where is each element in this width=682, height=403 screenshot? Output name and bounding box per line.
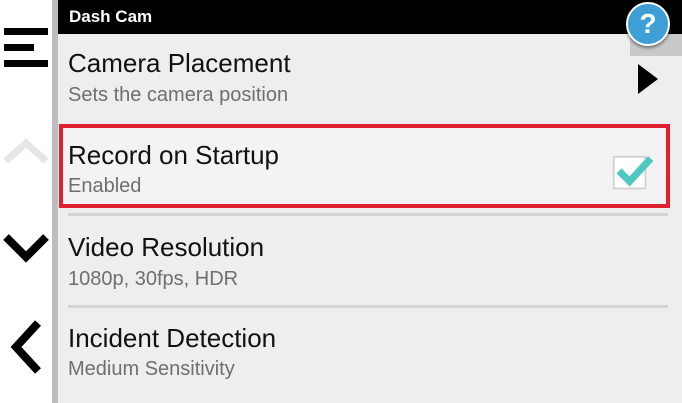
setting-subtitle: 1080p, 30fps, HDR [68,268,239,290]
back-button[interactable] [0,315,52,379]
setting-subtitle: Enabled [68,175,142,197]
setting-video-resolution[interactable]: Video Resolution 1080p, 30fps, HDR [58,218,682,306]
setting-title: Camera Placement [68,48,291,78]
setting-subtitle: Medium Sensitivity [68,358,235,380]
chevron-up-icon [3,138,49,164]
arrow-right-icon [638,64,658,94]
menu-button[interactable] [0,22,52,74]
setting-subtitle: Sets the camera position [68,84,289,106]
row-divider [68,213,668,216]
scroll-down-button[interactable] [0,222,52,274]
setting-incident-detection[interactable]: Incident Detection Medium Sensitivity [58,308,682,403]
setting-title: Incident Detection [68,323,277,353]
record-on-startup-checkbox[interactable] [612,148,656,192]
settings-panel: Dash Cam ? Camera Placement Sets the cam… [58,0,682,403]
setting-record-on-startup[interactable]: Record on Startup Enabled [58,124,682,214]
chevron-left-icon [10,320,41,374]
scroll-up-button[interactable] [0,128,52,172]
menu-icon [4,28,48,67]
setting-title: Video Resolution [68,232,265,262]
setting-title: Record on Startup [68,140,280,170]
setting-camera-placement[interactable]: Camera Placement Sets the camera positio… [58,34,682,122]
page-title: Dash Cam [58,0,682,34]
chevron-down-icon [3,234,49,263]
nav-rail [0,0,52,403]
